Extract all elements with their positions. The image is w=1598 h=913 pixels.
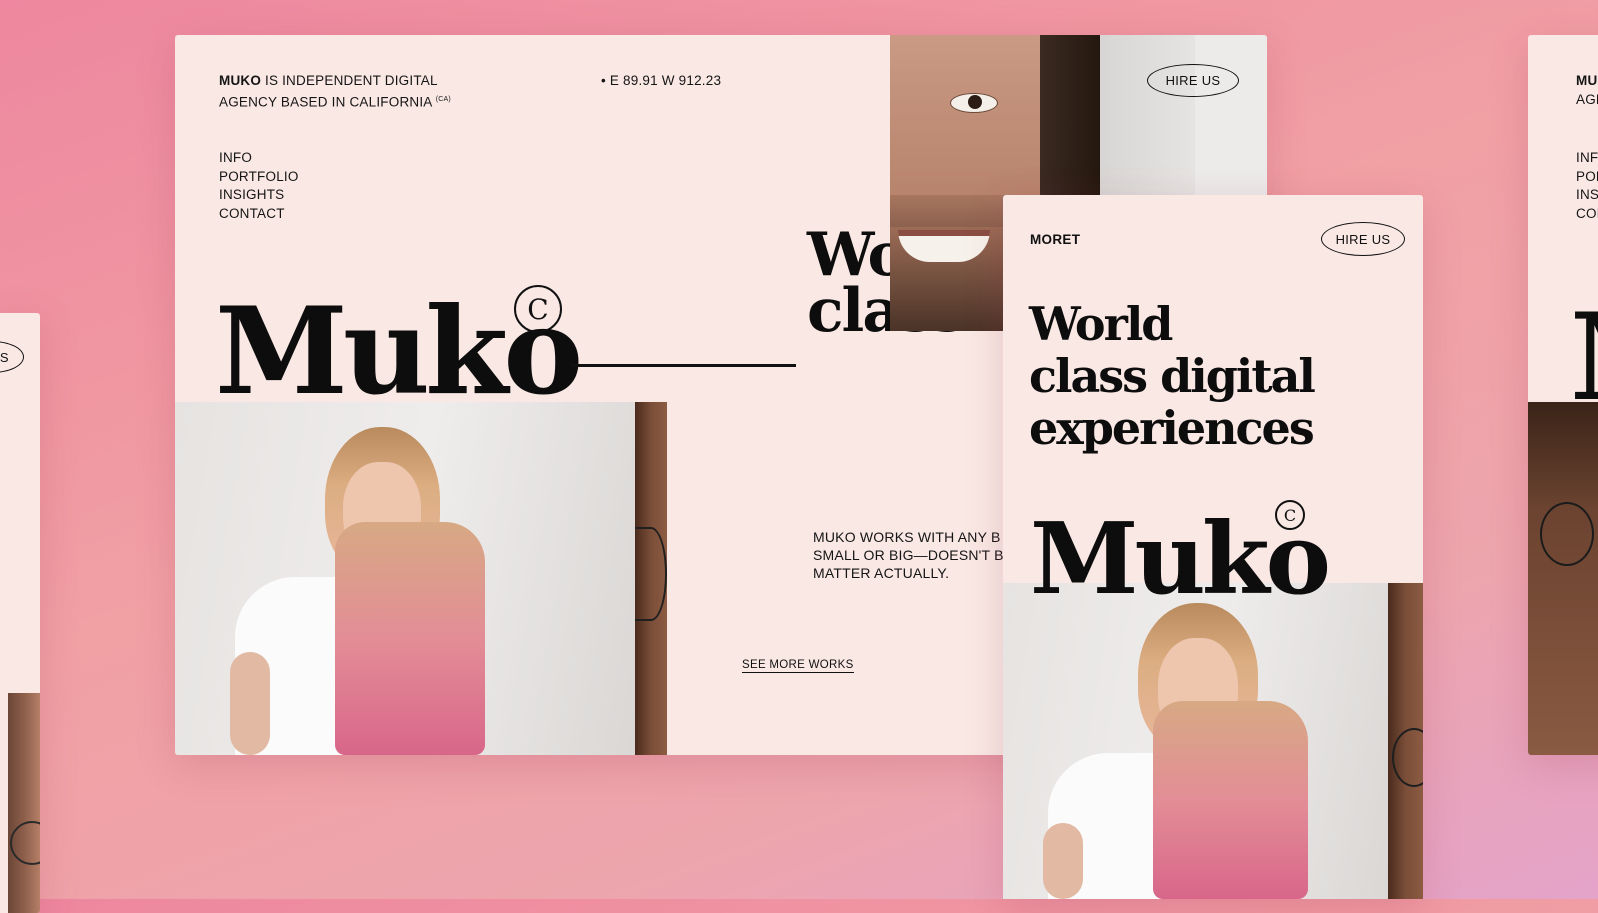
main-nav: INFO PORTFOLIO INSIGHTS CONTACT (219, 149, 299, 223)
description-line1: MUKO WORKS WITH ANY B (813, 529, 1001, 545)
left-photo-strip (8, 693, 40, 913)
agency-tagline: MUKO IS INDEPENDENT DIGITAL AGENCY BASED… (219, 72, 451, 112)
mobile-hire-us-button[interactable]: HIRE US (1321, 222, 1405, 256)
mobile-headline-line2: class digital (1029, 349, 1316, 403)
copyright-symbol: C (527, 292, 549, 326)
right-nav-item-2[interactable]: POR (1576, 168, 1598, 187)
right-brand-fragment: MU (1576, 73, 1598, 88)
mobile-brand: MORET (1030, 232, 1081, 247)
tagline-text: IS INDEPENDENT DIGITAL (261, 73, 438, 88)
mobile-copyright-icon: C (1275, 500, 1305, 530)
mobile-preview-panel: MORET HIRE US World class digital experi… (1003, 195, 1423, 899)
right-tagline-line2-fragment: AGE (1576, 91, 1598, 107)
mobile-hire-us-label: HIRE US (1335, 231, 1391, 247)
left-preview-panel: JS (0, 313, 40, 913)
woman-photo (175, 402, 635, 755)
right-tagline-fragment: MU AGE (1576, 72, 1598, 109)
right-photo (1528, 402, 1598, 755)
hero-divider-line (571, 364, 796, 367)
right-nav-item-4[interactable]: COI (1576, 205, 1598, 224)
see-more-works-link[interactable]: SEE MORE WORKS (742, 659, 854, 673)
brand-name: MUKO (219, 73, 262, 88)
right-preview-panel: MU AGE INF POR INS COI M (1528, 35, 1598, 755)
mobile-woman-photo (1003, 583, 1388, 899)
right-nav-item-3[interactable]: INS (1576, 186, 1598, 205)
tagline-line2: AGENCY BASED IN CALIFORNIA (219, 94, 432, 109)
agency-description: MUKO WORKS WITH ANY B SMALL OR BIG—DOESN… (813, 528, 1004, 582)
nav-item-insights[interactable]: INSIGHTS (219, 186, 299, 205)
hire-us-label-partial: JS (0, 349, 9, 365)
nav-item-contact[interactable]: CONTACT (219, 205, 299, 224)
mobile-copyright-symbol: C (1283, 505, 1297, 525)
mobile-secondary-photo-strip (1388, 583, 1423, 899)
description-line3: MATTER ACTUALLY. (813, 565, 950, 581)
coordinates-text: • E 89.91 W 912.23 (601, 73, 722, 88)
hire-us-button-partial[interactable]: JS (0, 341, 24, 373)
man-photo (890, 35, 1267, 195)
mobile-headline-line1: World (1029, 297, 1173, 351)
mobile-headline-line3: experiences (1029, 401, 1315, 455)
tagline-superscript: (CA) (435, 95, 451, 103)
mobile-headline: World class digital experiences (1029, 297, 1316, 455)
right-nav-item-1[interactable]: INF (1576, 149, 1598, 168)
hire-us-button[interactable]: HIRE US (1147, 64, 1239, 97)
copyright-icon: C (514, 285, 562, 333)
right-nav-fragment: INF POR INS COI (1576, 149, 1598, 223)
secondary-photo-strip (635, 402, 667, 755)
nav-item-info[interactable]: INFO (219, 149, 299, 168)
nav-item-portfolio[interactable]: PORTFOLIO (219, 168, 299, 187)
hire-us-label: HIRE US (1165, 73, 1221, 88)
description-line2: SMALL OR BIG—DOESN'T B (813, 547, 1004, 563)
